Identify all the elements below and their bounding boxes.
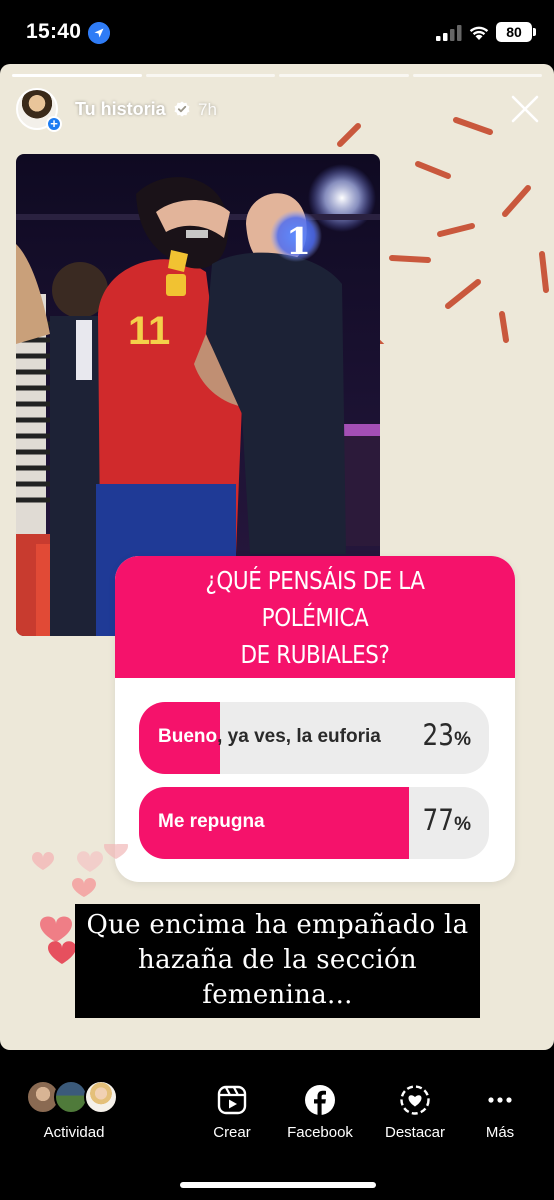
facebook-button[interactable]: Facebook: [284, 1080, 356, 1141]
add-story-plus-icon[interactable]: +: [46, 116, 62, 132]
story-timestamp: 7h: [198, 100, 217, 119]
poll-option-2-label: Me repugna: [158, 811, 265, 832]
battery-tip: [533, 28, 536, 36]
more-icon: [488, 1097, 512, 1103]
poll-option-2-percent: 77%: [422, 803, 471, 837]
poll-option-1-percent: 23%: [422, 718, 471, 752]
viewer-avatar-3: [84, 1080, 118, 1114]
more-button[interactable]: Más: [478, 1080, 522, 1141]
status-time: 15:40: [26, 20, 82, 43]
create-reel-icon: [217, 1085, 247, 1115]
caption-line-2: hazaña de la sección: [138, 945, 417, 975]
poll-sticker: ¿QUÉ PENSÁIS DE LA POLÉMICA DE RUBIALES?…: [115, 556, 515, 882]
story-bottom-bar: Actividad Crear Facebook Destacar Más: [0, 1080, 554, 1160]
wifi-icon: [469, 26, 489, 40]
progress-segment: [12, 74, 142, 77]
highlight-icon: [400, 1085, 430, 1115]
poll-question-line1: ¿QUÉ PENSÁIS DE LA POLÉMICA: [205, 565, 425, 632]
poll-option-1-label: Bueno, ya ves, la euforia: [158, 726, 381, 747]
story-caption: Que encima ha empañado la hazaña de la s…: [75, 904, 480, 1018]
location-arrow-icon: [88, 22, 110, 44]
poll-option-2[interactable]: Me repugna 77%: [139, 787, 489, 859]
caption-line-1: Que encima ha empañado la: [86, 910, 469, 940]
progress-segment: [412, 74, 542, 77]
facebook-label: Facebook: [287, 1124, 353, 1141]
viewer-avatar-2: [54, 1080, 88, 1114]
cellular-signal-icon: [436, 25, 462, 41]
more-label: Más: [485, 1124, 515, 1141]
story-progress-bar: [12, 74, 542, 77]
create-label: Crear: [213, 1124, 251, 1141]
close-icon[interactable]: [510, 94, 540, 124]
activity-label: Actividad: [43, 1124, 105, 1141]
poll-question-line2: DE RUBIALES?: [240, 639, 390, 669]
status-bar: 15:40 80: [0, 0, 554, 64]
poll-header: ¿QUÉ PENSÁIS DE LA POLÉMICA DE RUBIALES?: [115, 556, 515, 678]
activity-button[interactable]: Actividad: [24, 1080, 124, 1141]
create-button[interactable]: Crear: [204, 1080, 260, 1141]
highlight-button[interactable]: Destacar: [380, 1080, 450, 1141]
jersey-number: 11: [128, 309, 170, 353]
progress-segment: [279, 74, 409, 77]
caption-line-3: femenina...: [202, 980, 353, 1010]
highlight-label: Destacar: [384, 1124, 446, 1141]
activity-avatars: [24, 1080, 124, 1116]
story-viewer[interactable]: + Tu historia 7h 11 1 ¿QUÉ PENSÁIS DE LA…: [0, 64, 554, 1050]
home-indicator: [180, 1182, 376, 1188]
poll-question: ¿QUÉ PENSÁIS DE LA POLÉMICA DE RUBIALES?: [155, 562, 475, 673]
poll-option-1[interactable]: Bueno, ya ves, la euforia 23%: [139, 702, 489, 774]
battery-indicator: 80: [496, 22, 532, 42]
sticker-number: 1: [286, 221, 311, 263]
verified-badge-icon: [174, 101, 190, 117]
facebook-icon: [305, 1085, 335, 1115]
story-username[interactable]: Tu historia: [75, 99, 166, 120]
progress-segment: [145, 74, 275, 77]
